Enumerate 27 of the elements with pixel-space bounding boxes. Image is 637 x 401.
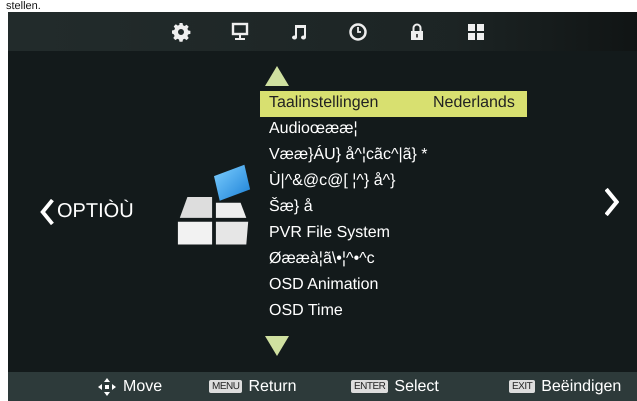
grid-icon[interactable] bbox=[466, 22, 486, 42]
key-badge: EXIT bbox=[509, 380, 536, 393]
menu-item[interactable]: Øææà¦ã\•¦^•^c bbox=[260, 247, 527, 273]
scroll-up-icon[interactable] bbox=[265, 66, 289, 86]
menu-item[interactable]: Audioœææ¦ bbox=[260, 117, 527, 143]
section-title: OPTIÒÙ bbox=[57, 200, 134, 223]
scroll-down-icon[interactable] bbox=[265, 336, 289, 356]
key-badge: ENTER bbox=[351, 380, 388, 393]
menu-item[interactable]: Ù|^&@c@[ ¦^} å^} bbox=[260, 169, 527, 195]
chevron-right-icon[interactable] bbox=[605, 188, 619, 216]
menu-item[interactable]: OSD Time bbox=[260, 299, 527, 325]
hint-label: Return bbox=[248, 378, 296, 396]
menu-item[interactable]: Vææ}ÁU} å^¦cãc^|ã} * bbox=[260, 143, 527, 169]
four-way-arrow-icon bbox=[97, 376, 117, 396]
hint-label: Beëindigen bbox=[541, 378, 622, 396]
gear-icon[interactable] bbox=[171, 22, 191, 42]
hint-label: Select bbox=[394, 378, 439, 396]
menu-item[interactable]: PVR File System bbox=[260, 221, 527, 247]
menu-item[interactable]: Šæ} å bbox=[260, 195, 527, 221]
clock-icon[interactable] bbox=[348, 22, 368, 42]
hint-label: Move bbox=[123, 378, 162, 396]
menu-item[interactable]: OSD Animation bbox=[260, 273, 527, 299]
key-badge: MENU bbox=[209, 380, 242, 393]
page-caption: stellen. bbox=[5, 0, 42, 12]
menu-item[interactable]: Taalinstellingen Nederlands bbox=[260, 91, 527, 117]
monitor-icon[interactable] bbox=[230, 22, 250, 42]
chevron-left-icon[interactable] bbox=[40, 198, 54, 224]
